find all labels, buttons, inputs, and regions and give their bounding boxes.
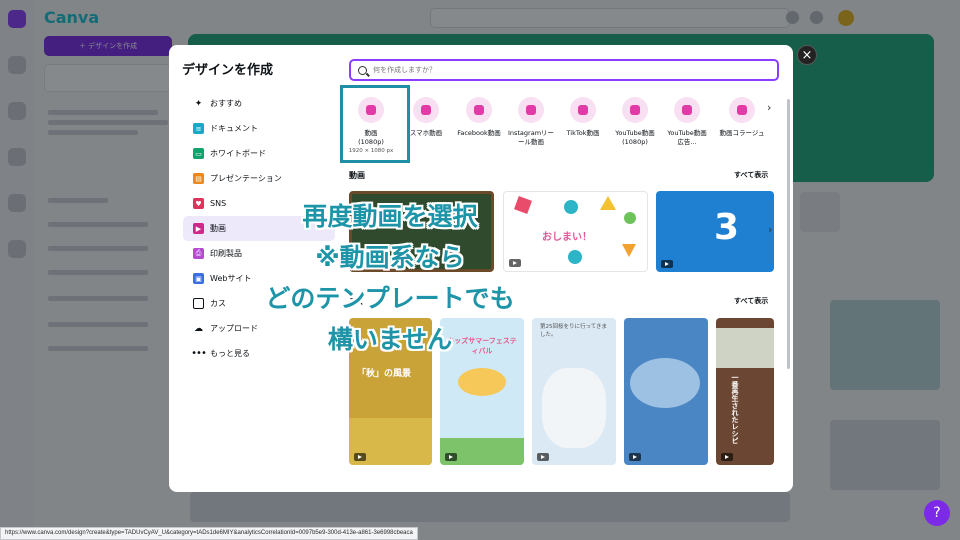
menu-item-recommended[interactable]: ✦ おすすめ [183,91,335,116]
see-all-video-link[interactable]: すべて表示 [734,170,768,180]
menu-item-label: おすすめ [210,99,242,108]
youtube-icon [674,97,700,123]
video-type-label: 動画コラージュ [719,129,765,137]
shape-decoration [600,196,616,210]
annotation-line: 構いません [327,325,453,354]
video-type-tiktok[interactable]: TikTok動画 [556,97,610,138]
instruction-annotation: 再度動画を選択 ※動画系なら どのテンプレートでも 構いません [200,196,580,360]
search-icon [358,65,367,75]
design-search-input[interactable] [373,66,753,74]
whiteboard-icon: ▭ [193,148,204,159]
template-tile-recipe[interactable]: 一番再生されたレシピ [716,318,774,465]
template-tile-sky[interactable] [624,318,708,465]
video-badge-icon [354,453,366,461]
video-badge-icon [721,453,733,461]
video-type-facebook[interactable]: Facebook動画 [452,97,506,138]
menu-item-label: ホワイトボード [210,149,266,158]
video-type-label: Facebook動画 [457,129,501,137]
kids-illustration [458,368,506,396]
video-type-sub: 広告... [677,138,697,146]
video-badge-icon [445,453,457,461]
menu-item-label: プレゼンテーション [210,174,282,183]
instagram-icon [518,97,544,123]
menu-item-presentation[interactable]: ▤ プレゼンテーション [183,166,335,191]
video-type-label: YouTube動画 [615,129,655,137]
collage-icon [729,97,755,123]
video-type-collage[interactable]: 動画コラージュ [712,97,772,138]
video-type-instagram-reel[interactable]: Instagramリー ール動画 [504,97,558,147]
design-search-box[interactable] [349,59,779,81]
video-type-label: YouTube動画 [667,129,707,137]
menu-item-whiteboard[interactable]: ▭ ホワイトボード [183,141,335,166]
video-type-sub: (1080p) [622,138,648,146]
youtube-icon [622,97,648,123]
see-all-phone-link[interactable]: すべて表示 [734,296,768,306]
video-badge-icon [661,260,673,268]
video-type-label: Instagramリー [507,129,555,137]
menu-item-document[interactable]: ≡ ドキュメント [183,116,335,141]
chevron-right-icon[interactable]: › [768,223,772,236]
tile-text: 「秋」の風景 [357,369,412,379]
annotation-line: ※動画系なら [315,243,465,272]
tile-text: 一番再生されたレシピ [731,374,739,444]
section-title-video: 動画 [349,171,365,180]
annotation-line: 再度動画を選択 [302,202,478,231]
tiktok-icon [570,97,596,123]
chevron-right-icon[interactable]: › [767,101,771,114]
food-image [716,328,774,368]
video-type-sub: ール動画 [518,138,544,146]
phone-video-icon [413,97,439,123]
shape-decoration [624,212,636,224]
cloud-image [630,358,700,408]
menu-item-label: ドキュメント [210,124,258,133]
document-icon: ≡ [193,123,204,134]
shape-decoration [622,244,636,257]
close-modal-button[interactable]: × [797,45,817,65]
modal-scrollbar[interactable] [787,99,790,369]
modal-title: デザインを作成 [182,63,274,78]
status-bar-url: https://www.canva.com/design?create&type… [0,527,418,540]
video-type-youtube-1080p[interactable]: YouTube動画 (1080p) [608,97,662,147]
video-badge-icon [629,453,641,461]
cherry-blossom-image [542,368,606,448]
annotation-line: どのテンプレートでも [265,284,515,313]
help-button[interactable]: ? [924,500,950,526]
presentation-icon: ▤ [193,173,204,184]
video-badge-icon [537,453,549,461]
video-type-label: TikTok動画 [566,129,600,137]
facebook-icon [466,97,492,123]
sparkle-icon: ✦ [194,98,203,109]
template-tile-countdown[interactable]: 3 [656,191,774,272]
video-type-youtube-ad[interactable]: YouTube動画 広告... [660,97,714,147]
tile-text: 3 [714,207,740,248]
highlight-box [340,85,410,163]
